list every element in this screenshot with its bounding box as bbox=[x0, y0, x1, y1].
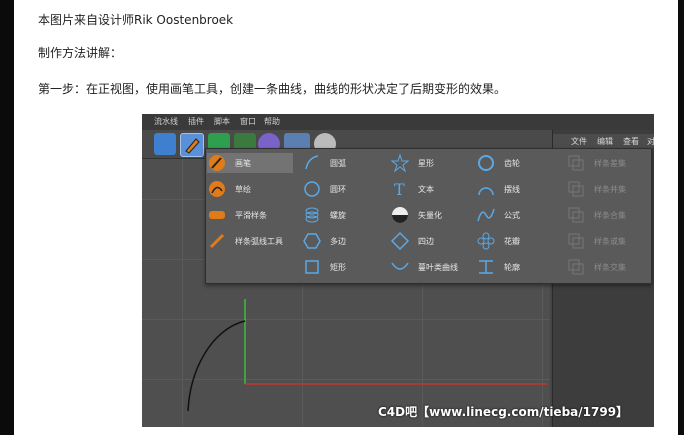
menu-script[interactable]: 脚本 bbox=[214, 116, 230, 127]
tab-edit[interactable]: 编辑 bbox=[597, 136, 613, 147]
tab-view[interactable]: 查看 bbox=[623, 136, 639, 147]
menu-item-spline-and[interactable]: 样条合集 bbox=[566, 205, 646, 225]
menu-plugins[interactable]: 插件 bbox=[188, 116, 204, 127]
menu-item-spline-or[interactable]: 样条或集 bbox=[566, 231, 646, 251]
method-heading: 制作方法讲解： bbox=[38, 46, 123, 60]
menu-item-circle[interactable]: 圆环 bbox=[302, 179, 382, 199]
credit-line: 本图片来自设计师Rik Oostenbroek bbox=[38, 13, 234, 27]
menu-item-cycloid[interactable]: 摆线 bbox=[476, 179, 556, 199]
four-side-icon bbox=[390, 231, 410, 251]
menu-item-formula[interactable]: 公式 bbox=[476, 205, 556, 225]
spline-arc-icon bbox=[209, 233, 225, 249]
cycloid-icon bbox=[478, 187, 494, 196]
menu-help[interactable]: 帮助 bbox=[264, 116, 280, 127]
spline-and-icon bbox=[568, 207, 584, 223]
arc-icon bbox=[305, 155, 319, 170]
cogwheel-icon bbox=[478, 155, 494, 171]
menu-window[interactable]: 窗口 bbox=[240, 116, 256, 127]
watermark: C4D吧【www.linecg.com/tieba/1799】 bbox=[378, 405, 629, 419]
spline-tools-menu: 画笔 草绘 平滑样条 样条弧线工具 圆弧 圆环 螺旋 多边 矩形 星形 T 文本… bbox=[205, 148, 652, 284]
menu-item-profile[interactable]: 轮廓 bbox=[476, 257, 556, 277]
spline-union-icon bbox=[568, 181, 584, 197]
manager-tabs: 文件 编辑 查看 对 bbox=[553, 134, 654, 148]
spline-subtract-icon bbox=[568, 155, 584, 171]
menu-item-spline-intersect[interactable]: 样条交集 bbox=[566, 257, 646, 277]
menu-item-spline-union[interactable]: 样条并集 bbox=[566, 179, 646, 199]
menu-item-pen[interactable]: 画笔 bbox=[207, 153, 293, 173]
polygon-icon bbox=[303, 233, 321, 249]
tab-file[interactable]: 文件 bbox=[571, 136, 587, 147]
svg-text:T: T bbox=[394, 180, 405, 199]
spline-intersect-icon bbox=[568, 259, 584, 275]
menu-item-text[interactable]: T 文本 bbox=[390, 179, 470, 199]
cube-tool-icon[interactable] bbox=[154, 133, 176, 155]
sketch-icon bbox=[209, 181, 225, 197]
pen-tool-icon[interactable] bbox=[180, 133, 204, 157]
profile-icon bbox=[479, 260, 493, 274]
menu-item-vectorize[interactable]: 矢量化 bbox=[390, 205, 470, 225]
menu-bar: 流水线 插件 脚本 窗口 帮助 bbox=[142, 114, 654, 130]
pen-icon bbox=[209, 155, 225, 171]
star-icon bbox=[390, 153, 410, 173]
rectangle-icon bbox=[305, 260, 319, 274]
vectorize-icon bbox=[392, 207, 408, 223]
menu-item-arc[interactable]: 圆弧 bbox=[302, 153, 382, 173]
left-border bbox=[0, 0, 14, 435]
menu-item-polygon[interactable]: 多边 bbox=[302, 231, 382, 251]
menu-item-rectangle[interactable]: 矩形 bbox=[302, 257, 382, 277]
helix-icon bbox=[305, 207, 319, 223]
text-icon: T bbox=[394, 180, 405, 199]
right-border bbox=[678, 0, 684, 435]
spline-or-icon bbox=[568, 233, 584, 249]
menu-item-sketch[interactable]: 草绘 bbox=[207, 179, 293, 199]
menu-item-helix[interactable]: 螺旋 bbox=[302, 205, 382, 225]
menu-item-flower[interactable]: 花瓣 bbox=[476, 231, 556, 251]
menu-item-smooth-spline[interactable]: 平滑样条 bbox=[207, 205, 293, 225]
menu-item-star[interactable]: 星形 bbox=[390, 153, 470, 173]
menu-item-spline-arc[interactable]: 样条弧线工具 bbox=[207, 231, 293, 251]
menu-item-cogwheel[interactable]: 齿轮 bbox=[476, 153, 556, 173]
c4d-screenshot: 流水线 插件 脚本 窗口 帮助 文件 编辑 查看 对 画笔 草绘 平滑样条 样条… bbox=[142, 114, 654, 427]
menu-item-spline-subtract[interactable]: 样条差集 bbox=[566, 153, 646, 173]
tab-object[interactable]: 对 bbox=[647, 136, 654, 147]
menu-item-four-side[interactable]: 四边 bbox=[390, 231, 470, 251]
step-one-text: 第一步：在正视图，使用画笔工具，创建一条曲线，曲线的形状决定了后期变形的效果。 bbox=[38, 82, 507, 96]
circle-icon bbox=[304, 181, 320, 197]
menu-pipeline[interactable]: 流水线 bbox=[154, 116, 178, 127]
cissoid-icon bbox=[391, 262, 409, 270]
smooth-spline-icon bbox=[209, 211, 225, 219]
formula-icon bbox=[477, 208, 495, 222]
menu-item-cissoid[interactable]: 蔓叶类曲线 bbox=[390, 257, 470, 277]
flower-icon bbox=[477, 232, 495, 250]
